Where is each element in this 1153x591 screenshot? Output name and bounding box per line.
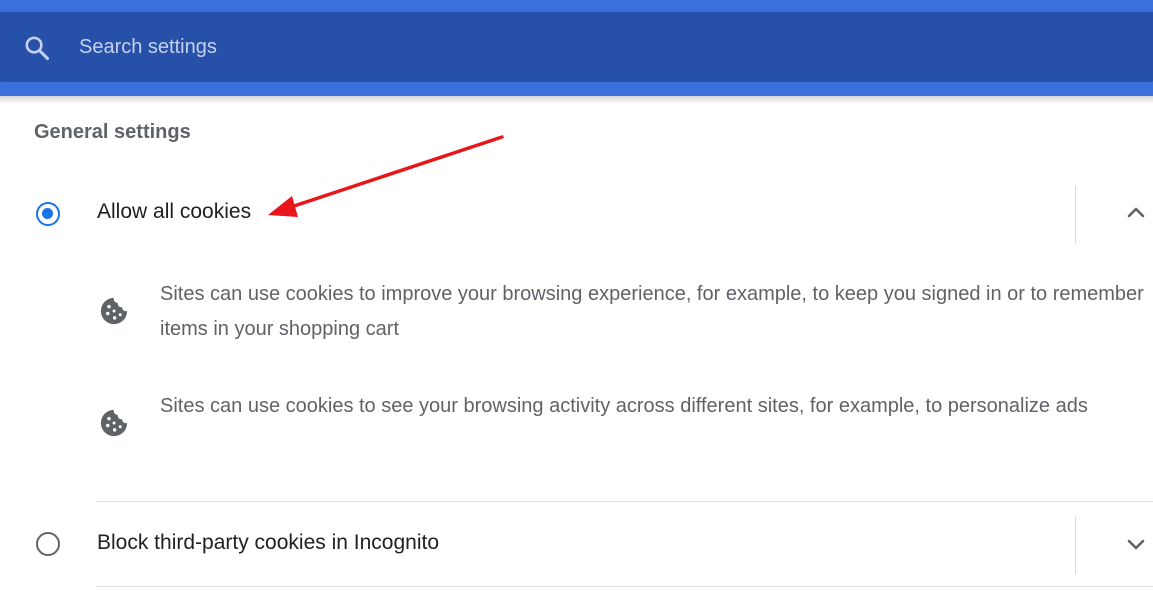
- cookie-description-1: Sites can use cookies to improve your br…: [160, 283, 1144, 340]
- row-divider: [96, 586, 1153, 587]
- cookie-icon: [100, 297, 128, 325]
- block-third-party-incognito-label[interactable]: Block third-party cookies in Incognito: [97, 531, 439, 555]
- cookie-description-2: Sites can use cookies to see your browsi…: [160, 395, 1088, 417]
- option-divider: [1075, 186, 1076, 244]
- allow-all-cookies-label[interactable]: Allow all cookies: [97, 200, 251, 224]
- settings-toolbar: [0, 0, 1153, 96]
- cookie-icon: [100, 409, 128, 437]
- block-third-party-incognito-radio[interactable]: [36, 532, 60, 556]
- toolbar-shadow: [0, 96, 1153, 104]
- search-bar[interactable]: [0, 12, 1153, 82]
- allow-all-cookies-radio[interactable]: [36, 202, 60, 226]
- option-divider: [1075, 516, 1076, 574]
- row-divider: [96, 501, 1153, 502]
- section-title: General settings: [34, 121, 191, 143]
- chevron-down-icon[interactable]: [1124, 532, 1148, 556]
- search-input[interactable]: [79, 32, 1079, 62]
- chevron-up-icon[interactable]: [1124, 201, 1148, 225]
- search-icon[interactable]: [23, 34, 51, 62]
